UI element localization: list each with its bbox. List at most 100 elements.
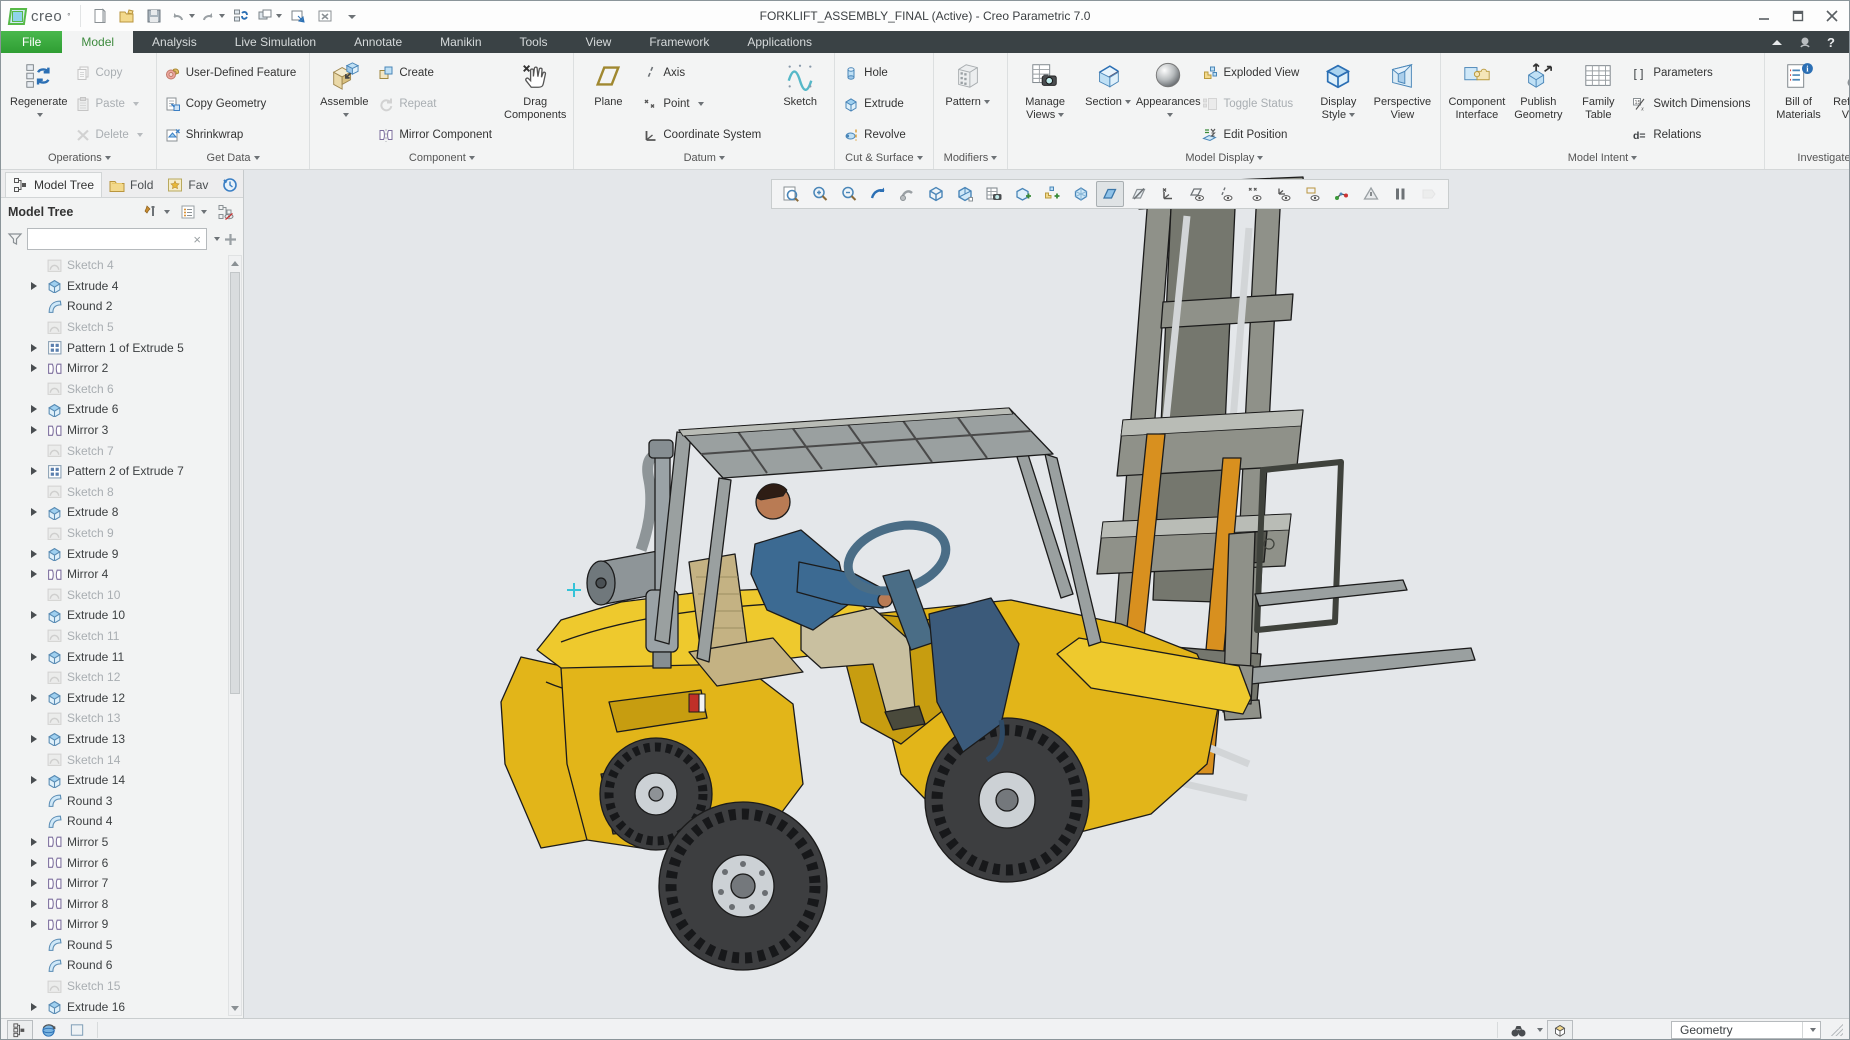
- gtoolbar-spin-button[interactable]: [1328, 181, 1356, 207]
- scroll-thumb[interactable]: [230, 272, 240, 694]
- tree-item-extrude-12[interactable]: Extrude 12: [1, 687, 243, 708]
- tree-item-mirror-4[interactable]: Mirror 4: [1, 564, 243, 585]
- search-button[interactable]: [1506, 1021, 1530, 1039]
- gtoolbar-axes-button[interactable]: [1154, 181, 1182, 207]
- ribbon-button-pattern[interactable]: Pattern: [938, 56, 998, 151]
- scroll-up-arrow[interactable]: [229, 256, 241, 270]
- ribbon-button-axis[interactable]: Axis: [640, 64, 768, 82]
- minimize-button[interactable]: [1747, 2, 1781, 30]
- expand-arrow-icon[interactable]: [31, 859, 47, 867]
- ribbon-button-drag-components[interactable]: Drag Components: [501, 56, 569, 151]
- ribbon-button-copy-geometry[interactable]: Copy Geometry: [163, 95, 304, 113]
- gtoolbar-tageye-button[interactable]: [1299, 181, 1327, 207]
- tab-tools[interactable]: Tools: [501, 31, 567, 53]
- tree-item-sketch-7[interactable]: Sketch 7: [1, 440, 243, 461]
- ribbon-button-appearances[interactable]: Appearances: [1138, 56, 1198, 151]
- close-button[interactable]: [1815, 2, 1849, 30]
- tab-view[interactable]: View: [567, 31, 631, 53]
- gtoolbar-pause-button[interactable]: [1386, 181, 1414, 207]
- filter-dropdown-arrow[interactable]: [214, 237, 220, 241]
- expand-arrow-icon[interactable]: [31, 838, 47, 846]
- selection-filter-arrow[interactable]: [1802, 1022, 1820, 1038]
- tree-item-mirror-3[interactable]: Mirror 3: [1, 420, 243, 441]
- gtoolbar-planeslash-button[interactable]: [1125, 181, 1153, 207]
- expand-arrow-icon[interactable]: [31, 920, 47, 928]
- tab-manikin[interactable]: Manikin: [421, 31, 500, 53]
- tree-toggle-button[interactable]: [7, 1020, 33, 1040]
- ribbon-button-perspective-view[interactable]: Perspective View: [1368, 56, 1436, 151]
- tree-item-mirror-6[interactable]: Mirror 6: [1, 852, 243, 873]
- tree-item-round-6[interactable]: Round 6: [1, 955, 243, 976]
- tab-file[interactable]: File: [1, 31, 62, 53]
- tree-filter-input[interactable]: [33, 231, 193, 247]
- tree-item-round-5[interactable]: Round 5: [1, 935, 243, 956]
- panel-tab-model-tree[interactable]: Model Tree: [5, 172, 102, 198]
- ribbon-group-label-model-intent[interactable]: Model Intent: [1441, 151, 1763, 168]
- expand-arrow-icon[interactable]: [31, 364, 47, 372]
- ribbon-group-label-investigate[interactable]: Investigate: [1765, 151, 1850, 168]
- ribbon-button-manage-views[interactable]: Manage Views: [1012, 56, 1078, 151]
- ribbon-button-parameters[interactable]: [ ]Parameters: [1630, 64, 1757, 82]
- ribbon-button-switch-dimensions[interactable]: 15xSwitch Dimensions: [1630, 95, 1757, 113]
- ribbon-button-hole[interactable]: Hole: [841, 64, 913, 82]
- expand-arrow-icon[interactable]: [31, 550, 47, 558]
- tab-analysis[interactable]: Analysis: [133, 31, 216, 53]
- tree-item-sketch-9[interactable]: Sketch 9: [1, 523, 243, 544]
- ribbon-button-copy[interactable]: Copy: [73, 64, 150, 82]
- expand-arrow-icon[interactable]: [31, 1003, 47, 1011]
- gtoolbar-appear-button[interactable]: [1067, 181, 1095, 207]
- tree-scrollbar[interactable]: [228, 255, 242, 1016]
- command-search-icon[interactable]: [1798, 35, 1813, 50]
- tree-item-mirror-7[interactable]: Mirror 7: [1, 873, 243, 894]
- gtoolbar-viewmgr-button[interactable]: [980, 181, 1008, 207]
- gtoolbar-pointeye-button[interactable]: [1241, 181, 1269, 207]
- ribbon-button-component-interface[interactable]: Component Interface: [1445, 56, 1508, 151]
- expand-arrow-icon[interactable]: [31, 694, 47, 702]
- expand-arrow-icon[interactable]: [31, 344, 47, 352]
- tree-item-extrude-16[interactable]: Extrude 16: [1, 996, 243, 1017]
- tab-framework[interactable]: Framework: [630, 31, 728, 53]
- tree-item-mirror-8[interactable]: Mirror 8: [1, 893, 243, 914]
- tab-annotate[interactable]: Annotate: [335, 31, 421, 53]
- ribbon-button-section[interactable]: Section: [1078, 56, 1138, 151]
- tree-item-extrude-4[interactable]: Extrude 4: [1, 276, 243, 297]
- ribbon-button-toggle-status[interactable]: Toggle Status: [1200, 95, 1306, 113]
- expand-arrow-icon[interactable]: [31, 776, 47, 784]
- ribbon-button-create[interactable]: Create: [376, 64, 499, 82]
- search-dropdown-arrow[interactable]: [1537, 1028, 1543, 1032]
- tree-item-extrude-8[interactable]: Extrude 8: [1, 502, 243, 523]
- ribbon-button-mirror-component[interactable]: Mirror Component: [376, 126, 499, 144]
- gtoolbar-plane-button[interactable]: [1096, 181, 1124, 207]
- expand-arrow-icon[interactable]: [31, 611, 47, 619]
- gtoolbar-warn-button[interactable]: [1357, 181, 1385, 207]
- ribbon-group-label-cut-surface[interactable]: Cut & Surface: [835, 151, 932, 168]
- gtoolbar-zout-button[interactable]: [835, 181, 863, 207]
- ribbon-group-label-modifiers[interactable]: Modifiers: [934, 151, 1008, 168]
- tree-item-sketch-12[interactable]: Sketch 12: [1, 667, 243, 688]
- ribbon-button-plane[interactable]: Plane: [578, 56, 638, 151]
- qat-close-window-button[interactable]: [312, 5, 338, 27]
- gtoolbar-csyseye-button[interactable]: [1270, 181, 1298, 207]
- scroll-down-arrow[interactable]: [229, 1001, 241, 1015]
- ribbon-collapse-button[interactable]: [1770, 37, 1784, 47]
- panel-tab-fold[interactable]: Fold: [102, 173, 160, 197]
- gtoolbar-secplus-button[interactable]: [1009, 181, 1037, 207]
- tree-item-sketch-4[interactable]: Sketch 4: [1, 255, 243, 276]
- ribbon-group-label-operations[interactable]: Operations: [3, 151, 156, 168]
- ribbon-button-bill-of-materials[interactable]: iBill of Materials: [1769, 56, 1829, 151]
- tree-item-extrude-13[interactable]: Extrude 13: [1, 729, 243, 750]
- tree-item-sketch-15[interactable]: Sketch 15: [1, 976, 243, 997]
- tree-item-extrude-6[interactable]: Extrude 6: [1, 399, 243, 420]
- ribbon-button-point[interactable]: Point: [640, 95, 768, 113]
- ribbon-button-assemble[interactable]: Assemble: [314, 56, 374, 151]
- ribbon-button-revolve[interactable]: Revolve: [841, 126, 913, 144]
- gtoolbar-gallery-button[interactable]: [951, 181, 979, 207]
- tree-item-sketch-11[interactable]: Sketch 11: [1, 626, 243, 647]
- select-box-button[interactable]: [65, 1021, 89, 1039]
- filter-clear-icon[interactable]: ×: [193, 232, 201, 247]
- forklift-3d-model[interactable]: [244, 170, 1849, 1018]
- gtoolbar-planeeye-button[interactable]: [1183, 181, 1211, 207]
- qat-save-button[interactable]: [141, 5, 167, 27]
- tree-item-sketch-5[interactable]: Sketch 5: [1, 317, 243, 338]
- ribbon-group-label-datum[interactable]: Datum: [574, 151, 834, 168]
